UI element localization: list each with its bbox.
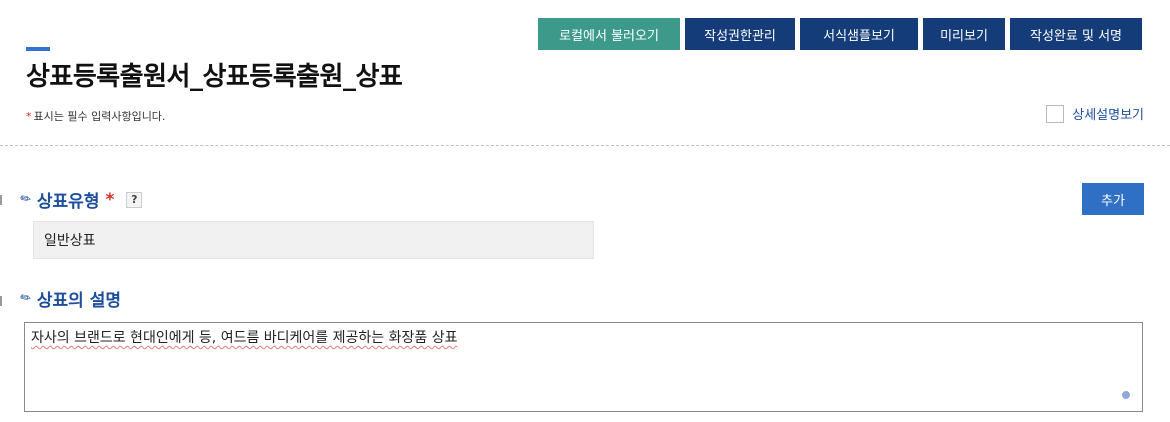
required-note-text: 표시는 필수 입력사항입니다. <box>33 110 166 123</box>
detail-view-label[interactable]: 상세설명보기 <box>1072 104 1144 123</box>
trademark-description-title: 상표의 설명 <box>36 291 122 311</box>
trademark-type-title: 상표유형 <box>36 192 100 212</box>
trademark-description-text: 자사의 브랜드로 현대인에게 등, 여드름 바디케어를 제공하는 화장품 상표 <box>31 330 458 346</box>
required-note: * 표시는 필수 입력사항입니다. <box>26 108 165 124</box>
left-edge-mark <box>0 195 2 205</box>
toolbar: 로컬에서 불러오기 작성권한관리 서식샘플보기 미리보기 작성완료 및 서명 <box>538 18 1142 50</box>
detail-view-toggle[interactable]: 상세설명보기 <box>1046 104 1144 123</box>
pencil-icon: ✏ <box>18 290 33 307</box>
load-local-button[interactable]: 로컬에서 불러오기 <box>538 18 680 50</box>
detail-view-checkbox[interactable] <box>1046 104 1065 123</box>
trademark-type-field[interactable]: 일반상표 <box>33 221 594 259</box>
page-title: 상표등록출원서_상표등록출원_상표 <box>26 62 403 92</box>
pencil-icon: ✏ <box>18 191 33 208</box>
title-accent-bar <box>26 47 50 51</box>
permission-button[interactable]: 작성권한관리 <box>685 18 795 50</box>
add-button[interactable]: 추가 <box>1082 183 1144 215</box>
required-star: * <box>105 189 115 210</box>
section-divider <box>0 145 1170 146</box>
sample-view-button[interactable]: 서식샘플보기 <box>800 18 918 50</box>
help-icon[interactable]: ? <box>126 191 143 208</box>
trademark-description-textarea[interactable]: 자사의 브랜드로 현대인에게 등, 여드름 바디케어를 제공하는 화장품 상표 <box>24 322 1143 412</box>
resize-handle-icon[interactable] <box>1122 391 1130 399</box>
trademark-type-header: ✏ 상표유형 * ? <box>18 187 143 212</box>
complete-sign-button[interactable]: 작성완료 및 서명 <box>1010 18 1142 50</box>
preview-button[interactable]: 미리보기 <box>923 18 1005 50</box>
left-edge-mark <box>0 296 2 306</box>
required-star: * <box>26 110 32 123</box>
trademark-description-header: ✏ 상표의 설명 <box>18 286 122 311</box>
